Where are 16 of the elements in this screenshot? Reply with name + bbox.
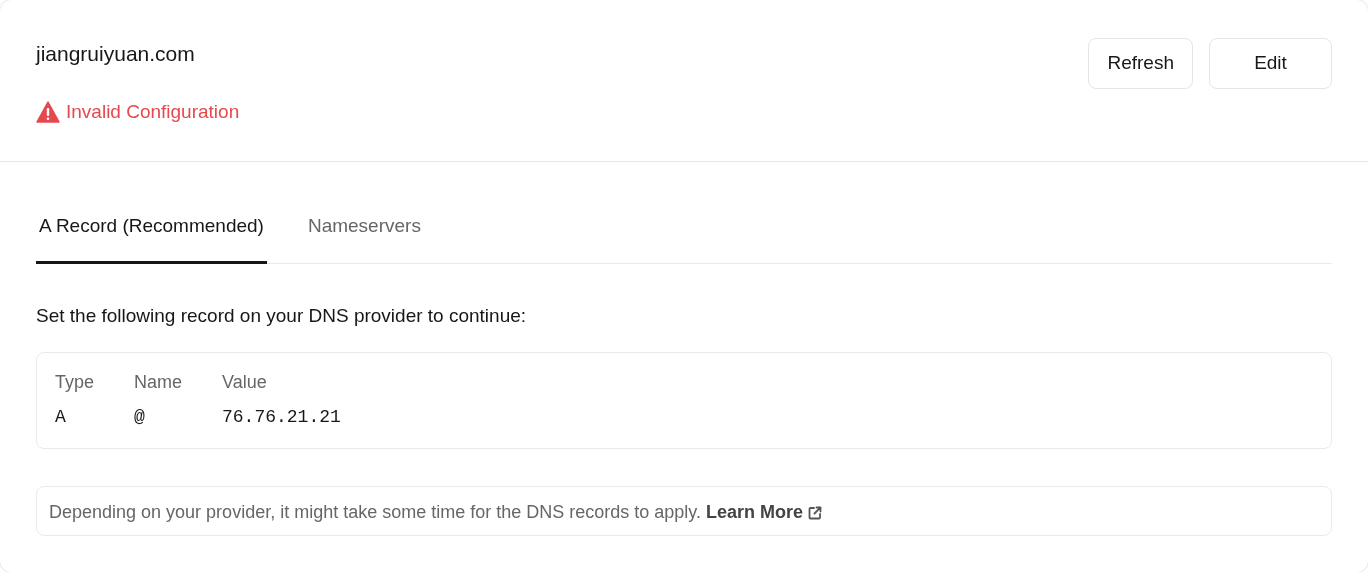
table-cell-text: A bbox=[55, 406, 67, 429]
column-header: Type bbox=[55, 371, 96, 394]
external-link-icon bbox=[807, 504, 823, 521]
column-header: Value bbox=[222, 371, 268, 394]
note-text: Depending on your provider, it might take some time for the DNS records to apply. bbox=[49, 502, 702, 522]
refresh-button[interactable]: Refresh bbox=[1088, 38, 1193, 89]
instruction-text: Set the following record on your DNS provider to continue: bbox=[36, 303, 528, 328]
column-header: Name bbox=[134, 371, 183, 394]
tab[interactable]: A Record (Recommended) bbox=[36, 212, 267, 264]
learn-more-link[interactable]: Learn More bbox=[706, 499, 823, 526]
table-cell-text: @ bbox=[134, 406, 146, 429]
edit-button[interactable]: Edit bbox=[1209, 38, 1332, 89]
status-text: Invalid Configuration bbox=[66, 100, 240, 124]
table-cell-text: 76.76.21.21 bbox=[222, 406, 341, 429]
domain-name: jiangruiyuan.com bbox=[36, 41, 195, 67]
tab[interactable]: Nameservers bbox=[304, 212, 424, 264]
